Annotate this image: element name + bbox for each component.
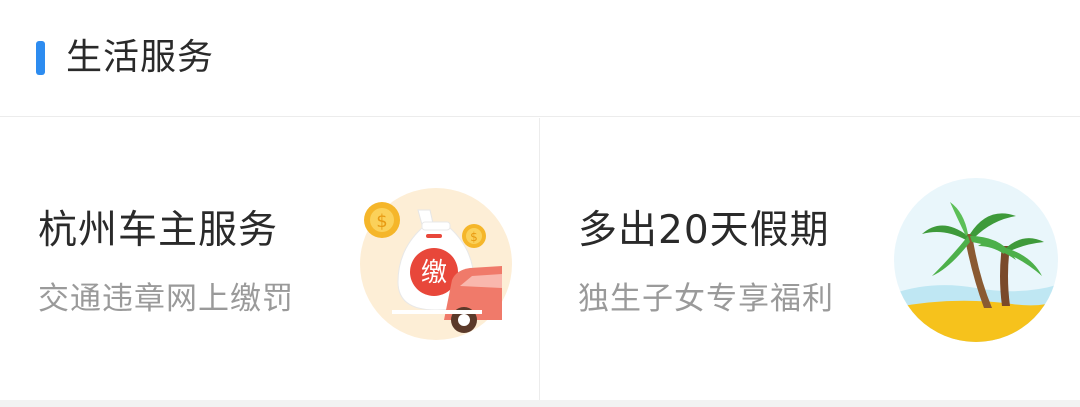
svg-text:$: $	[470, 230, 478, 244]
card-subtitle: 交通违章网上缴罚	[38, 281, 294, 317]
card-car-owner-service[interactable]: 杭州车主服务 交通违章网上缴罚 缴 $ $	[0, 118, 540, 400]
svg-text:$: $	[376, 211, 387, 232]
card-extra-holiday[interactable]: 多出20天假期 独生子女专享福利	[540, 118, 1080, 400]
card-title: 杭州车主服务	[38, 208, 279, 253]
service-cards: 杭州车主服务 交通违章网上缴罚 缴 $ $ 多出20天假期 独生子女专享福利	[0, 118, 1080, 400]
card-title: 多出20天假期	[578, 208, 830, 253]
bottom-divider	[0, 400, 1080, 407]
section-header: 生活服务	[0, 0, 1080, 117]
card-subtitle: 独生子女专享福利	[578, 281, 834, 317]
section-accent-bar	[36, 41, 45, 75]
payment-badge-text: 缴	[421, 258, 447, 288]
palm-tree-beach-icon	[894, 178, 1058, 342]
section-title: 生活服务	[66, 37, 215, 78]
traffic-fine-payment-icon: 缴 $ $	[360, 188, 512, 340]
